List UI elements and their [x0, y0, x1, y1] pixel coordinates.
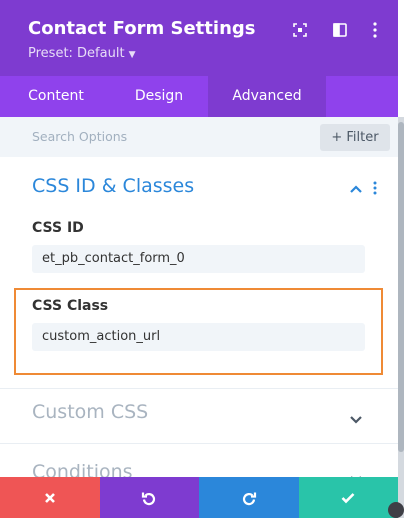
close-icon: [44, 492, 55, 503]
scrollbar-thumb[interactable]: [398, 122, 404, 452]
css-id-field[interactable]: et_pb_contact_form_0: [32, 245, 365, 273]
css-id-label: CSS ID: [32, 220, 84, 236]
sidebar-toggle-icon[interactable]: [330, 20, 350, 40]
divider: [0, 388, 398, 389]
tab-design[interactable]: Design: [112, 76, 206, 117]
tab-content[interactable]: Content: [0, 76, 112, 117]
undo-icon: [142, 492, 156, 505]
css-class-label: CSS Class: [32, 298, 109, 314]
css-class-field[interactable]: custom_action_url: [32, 323, 365, 351]
caret-down-icon: ▼: [128, 50, 136, 60]
search-bar: Search Options + Filter: [0, 117, 398, 157]
redo-icon: [242, 492, 256, 505]
divider: [0, 443, 398, 444]
preset-selector[interactable]: Preset: Default ▼: [28, 46, 135, 61]
chevron-up-icon[interactable]: [350, 178, 362, 197]
section-title-css-id-classes[interactable]: CSS ID & Classes: [32, 175, 194, 197]
tab-bar: Content Design Advanced: [0, 76, 398, 117]
panel-title: Contact Form Settings: [28, 18, 256, 39]
save-button[interactable]: [298, 477, 398, 518]
discard-button[interactable]: [0, 477, 100, 518]
filter-button[interactable]: + Filter: [320, 124, 390, 151]
redo-button[interactable]: [199, 477, 299, 518]
resize-handle-icon[interactable]: [388, 502, 404, 518]
chevron-down-icon[interactable]: [350, 409, 362, 428]
section-kebab-icon[interactable]: [373, 180, 377, 199]
check-icon: [341, 492, 355, 503]
settings-panel: Contact Form Settings Preset: Default ▼ C…: [0, 0, 398, 518]
footer-action-bar: [0, 477, 398, 518]
undo-button[interactable]: [99, 477, 199, 518]
preset-label: Preset: Default: [28, 46, 125, 61]
section-title-custom-css[interactable]: Custom CSS: [32, 401, 148, 423]
kebab-menu-icon[interactable]: [365, 20, 385, 40]
focus-icon[interactable]: [290, 20, 310, 40]
panel-header: Contact Form Settings Preset: Default ▼: [0, 0, 398, 76]
tab-advanced[interactable]: Advanced: [208, 76, 326, 117]
search-input[interactable]: Search Options: [32, 129, 127, 144]
